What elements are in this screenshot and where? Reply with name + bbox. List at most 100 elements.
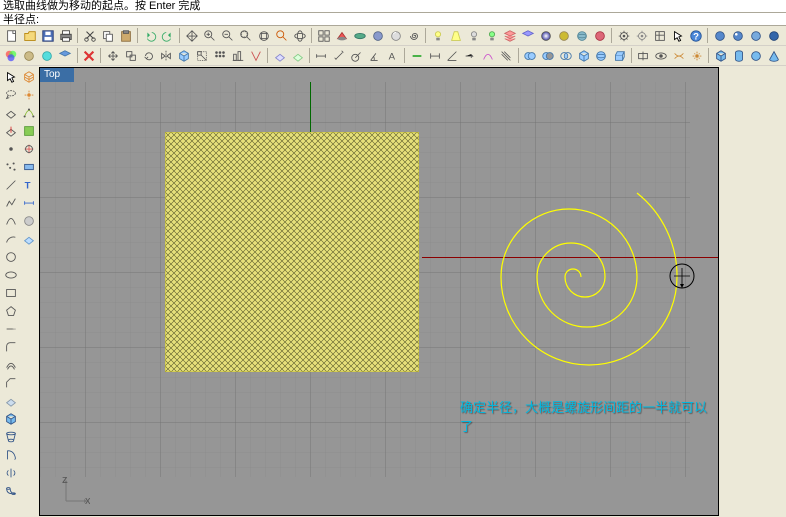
- analyze-length-icon[interactable]: [408, 47, 425, 64]
- mirror-icon[interactable]: [158, 47, 175, 64]
- ellipse-icon[interactable]: [2, 266, 19, 283]
- join-icon[interactable]: [671, 47, 688, 64]
- shade-icon[interactable]: [369, 27, 386, 44]
- bool-diff-icon[interactable]: [539, 47, 556, 64]
- explode-icon[interactable]: [688, 47, 705, 64]
- scale-icon[interactable]: [194, 47, 211, 64]
- dim-linear-icon[interactable]: [313, 47, 330, 64]
- cone-prim-icon[interactable]: [766, 47, 783, 64]
- zoom-window-icon[interactable]: [237, 27, 254, 44]
- spotlight-icon[interactable]: [447, 27, 464, 44]
- layer-hsv-icon[interactable]: [21, 47, 38, 64]
- align-icon[interactable]: [229, 47, 246, 64]
- cut-icon[interactable]: [81, 27, 98, 44]
- pipe-icon[interactable]: [2, 482, 19, 499]
- delete-icon[interactable]: [80, 47, 97, 64]
- lasso-icon[interactable]: [2, 86, 19, 103]
- sweep-icon[interactable]: [2, 446, 19, 463]
- analyze-angle-icon[interactable]: [444, 47, 461, 64]
- render-icon[interactable]: [387, 27, 404, 44]
- layers-icon[interactable]: [501, 27, 518, 44]
- chamfer-icon[interactable]: [2, 374, 19, 391]
- bool-int-icon[interactable]: [557, 47, 574, 64]
- material-icon[interactable]: [537, 27, 554, 44]
- analyze-green-icon[interactable]: [20, 122, 37, 139]
- box3-icon[interactable]: [2, 410, 19, 427]
- points-icon[interactable]: [2, 158, 19, 175]
- text-icon[interactable]: T: [20, 176, 37, 193]
- layer-state-icon[interactable]: [519, 27, 536, 44]
- curvature-icon[interactable]: [480, 47, 497, 64]
- four-view-icon[interactable]: [315, 27, 332, 44]
- copy-obj-icon[interactable]: [122, 47, 139, 64]
- surf-plane-icon[interactable]: [2, 392, 19, 409]
- bool-union-icon[interactable]: [522, 47, 539, 64]
- text-tool-icon[interactable]: A: [384, 47, 401, 64]
- extrude-icon[interactable]: [611, 47, 628, 64]
- zebra-icon[interactable]: [498, 47, 515, 64]
- dim-radius-icon[interactable]: [349, 47, 366, 64]
- bulb-off-icon[interactable]: [465, 27, 482, 44]
- rotate-view-icon[interactable]: [291, 27, 308, 44]
- pointer-icon[interactable]: [2, 68, 19, 85]
- blue-sphere-3-icon[interactable]: [747, 27, 764, 44]
- paste-icon[interactable]: [117, 27, 134, 44]
- analyze-dir-icon[interactable]: [462, 47, 479, 64]
- loft-icon[interactable]: [2, 428, 19, 445]
- sphere-solid-icon[interactable]: [593, 47, 610, 64]
- render-small-icon[interactable]: [20, 212, 37, 229]
- redo-icon[interactable]: [159, 27, 176, 44]
- orient-icon[interactable]: [247, 47, 264, 64]
- polyline-icon[interactable]: [2, 194, 19, 211]
- properties-icon[interactable]: [615, 27, 632, 44]
- help-icon[interactable]: ?: [687, 27, 704, 44]
- zoom-out-icon[interactable]: [219, 27, 236, 44]
- new-icon[interactable]: [3, 27, 20, 44]
- offset-icon[interactable]: [2, 356, 19, 373]
- sphere-prim-icon[interactable]: [748, 47, 765, 64]
- box-solid-icon[interactable]: [575, 47, 592, 64]
- array-icon[interactable]: [212, 47, 229, 64]
- pan-icon[interactable]: [183, 27, 200, 44]
- dim-angle-icon[interactable]: [367, 47, 384, 64]
- pointson-icon[interactable]: [20, 104, 37, 121]
- viewport-canvas[interactable]: 确定半径，大概是螺旋形间距的一半就可以了 x z: [40, 82, 718, 515]
- explode-orange-icon[interactable]: [20, 86, 37, 103]
- annotation-icon[interactable]: [20, 194, 37, 211]
- blue-sphere-1-icon[interactable]: [711, 27, 728, 44]
- cplane-set-icon[interactable]: [271, 47, 288, 64]
- dim-aligned-icon[interactable]: [331, 47, 348, 64]
- rect-icon[interactable]: [2, 284, 19, 301]
- extend-icon[interactable]: [2, 320, 19, 337]
- color-ball-icon[interactable]: [591, 27, 608, 44]
- set-view-icon[interactable]: [333, 27, 350, 44]
- box-prim-icon[interactable]: [712, 47, 729, 64]
- cplane-world-icon[interactable]: [289, 47, 306, 64]
- spiral-tool-icon[interactable]: [405, 27, 422, 44]
- command-input[interactable]: [41, 14, 783, 25]
- transform-icon[interactable]: [20, 140, 37, 157]
- zoom-selected-icon[interactable]: [273, 27, 290, 44]
- undo-icon[interactable]: [141, 27, 158, 44]
- rotate-obj-icon[interactable]: [140, 47, 157, 64]
- box-edit-icon[interactable]: [176, 47, 193, 64]
- move-icon[interactable]: [104, 47, 121, 64]
- hatched-rectangle-object[interactable]: [165, 132, 419, 372]
- viewport[interactable]: Top: [39, 67, 719, 516]
- show-hide-icon[interactable]: [653, 47, 670, 64]
- options2-icon[interactable]: [651, 27, 668, 44]
- save-icon[interactable]: [39, 27, 56, 44]
- curve-icon[interactable]: [2, 212, 19, 229]
- zoom-extents-icon[interactable]: [255, 27, 272, 44]
- cplane-icon[interactable]: [2, 104, 19, 121]
- light-icon[interactable]: [429, 27, 446, 44]
- point-icon[interactable]: [2, 140, 19, 157]
- print-icon[interactable]: [57, 27, 74, 44]
- mesh-icon[interactable]: [20, 68, 37, 85]
- spiral-curve-object[interactable]: [453, 162, 693, 377]
- options-icon[interactable]: [633, 27, 650, 44]
- surface-edit-icon[interactable]: [20, 230, 37, 247]
- zoom-in-icon[interactable]: [201, 27, 218, 44]
- bulb-green-icon[interactable]: [483, 27, 500, 44]
- split-icon[interactable]: [635, 47, 652, 64]
